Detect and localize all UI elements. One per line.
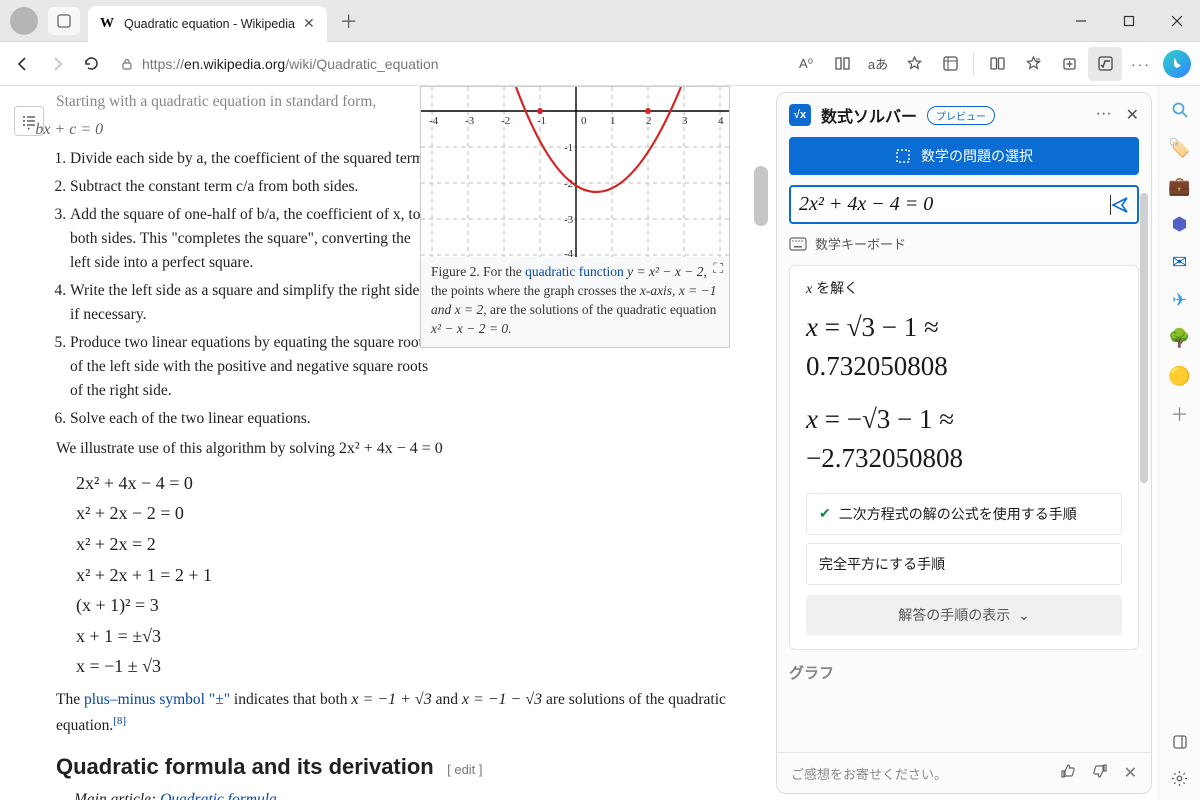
search-icon[interactable] bbox=[1170, 100, 1190, 120]
browser-tab[interactable]: W Quadratic equation - Wikipedia ✕ bbox=[88, 6, 327, 42]
office-icon[interactable]: ⬢ bbox=[1170, 214, 1190, 234]
svg-text:-3: -3 bbox=[564, 214, 574, 226]
lock-icon bbox=[120, 57, 134, 71]
collections-button[interactable] bbox=[1052, 47, 1086, 81]
select-problem-button[interactable]: 数学の問題の選択 bbox=[789, 137, 1139, 175]
page-scrollbar[interactable] bbox=[754, 166, 768, 226]
svg-text:-4: -4 bbox=[564, 248, 574, 257]
hide-sidebar-icon[interactable] bbox=[1170, 732, 1190, 752]
lead-text: Starting with a quadratic equation in st… bbox=[56, 90, 756, 114]
dismiss-icon[interactable]: ✕ bbox=[1124, 763, 1137, 783]
thumbs-down-icon[interactable] bbox=[1092, 763, 1108, 783]
panel-scrollbar[interactable] bbox=[1140, 193, 1148, 483]
main-article: Main article: Quadratic formula bbox=[74, 788, 756, 800]
split-screen-button[interactable] bbox=[980, 47, 1014, 81]
graph-section-title: グラフ bbox=[789, 662, 1139, 683]
equation-input[interactable]: 2x² + 4x − 4 = 0 bbox=[789, 185, 1139, 224]
solution-card: x x を解くを解く x = √3 − 1 ≈0.732050808 x = −… bbox=[789, 265, 1139, 650]
favorites-list-button[interactable] bbox=[1016, 47, 1050, 81]
profile-avatar[interactable] bbox=[10, 7, 38, 35]
read-aloud-button[interactable]: A⁰ bbox=[789, 47, 823, 81]
url-text: https://en.wikipedia.org/wiki/Quadratic_… bbox=[142, 56, 439, 72]
show-steps-button[interactable]: 解答の手順の表示 ⌄ bbox=[806, 595, 1122, 635]
math-solver-button[interactable] bbox=[1088, 47, 1122, 81]
solution-1: x = √3 − 1 ≈0.732050808 bbox=[806, 308, 1122, 386]
link-quadratic-formula[interactable]: Quadratic formula bbox=[160, 791, 277, 800]
solver-logo-icon: √x bbox=[789, 104, 811, 126]
forward-button[interactable] bbox=[40, 47, 74, 81]
step-complete-square[interactable]: 完全平方にする手順 bbox=[806, 543, 1122, 585]
tab-title: Quadratic equation - Wikipedia bbox=[124, 17, 295, 31]
minimize-button[interactable] bbox=[1058, 0, 1104, 42]
solve-for-label: x x を解くを解く bbox=[806, 278, 1122, 298]
more-button[interactable]: ··· bbox=[1124, 47, 1158, 81]
page-content[interactable]: -4-3-2-1 01234 -1-2-3-4 ⛶ Figure 2. For … bbox=[0, 86, 770, 800]
tools-icon[interactable]: 💼 bbox=[1170, 176, 1190, 196]
shopping-icon[interactable]: 🏷️ bbox=[1170, 138, 1190, 158]
settings-icon[interactable] bbox=[1170, 768, 1190, 788]
edit-link[interactable]: [ edit ] bbox=[440, 762, 483, 777]
close-window-button[interactable] bbox=[1154, 0, 1200, 42]
games-icon[interactable]: 🌳 bbox=[1170, 328, 1190, 348]
web-capture-button[interactable] bbox=[933, 47, 967, 81]
notes-icon[interactable]: 🟡 bbox=[1170, 366, 1190, 386]
sidebar-rail: 🏷️ 💼 ⬢ ✉ ✈ 🌳 🟡 ＋ bbox=[1158, 86, 1200, 800]
figure-caption: Figure 2. For the quadratic function y =… bbox=[421, 257, 729, 347]
translate-button[interactable]: aあ bbox=[861, 47, 895, 81]
section-heading: Quadratic formula and its derivation [ e… bbox=[56, 750, 756, 784]
link-quadratic-function[interactable]: quadratic function bbox=[525, 264, 624, 279]
math-solver-panel: √x 数式ソルバー プレビュー ··· ✕ 数学の問題の選択 2x² + 4x … bbox=[776, 92, 1152, 794]
chevron-down-icon: ⌄ bbox=[1018, 607, 1030, 623]
wikipedia-favicon: W bbox=[100, 16, 116, 32]
preview-badge: プレビュー bbox=[927, 106, 995, 125]
maximize-button[interactable] bbox=[1106, 0, 1152, 42]
refresh-button[interactable] bbox=[74, 47, 108, 81]
panel-more-icon[interactable]: ··· bbox=[1096, 105, 1112, 125]
thumbs-up-icon[interactable] bbox=[1060, 763, 1076, 783]
solution-2: x = −√3 − 1 ≈−2.732050808 bbox=[806, 400, 1122, 478]
add-rail-icon[interactable]: ＋ bbox=[1170, 404, 1190, 424]
worked-equations: 2x² + 4x − 4 = 0 x² + 2x − 2 = 0 x² + 2x… bbox=[76, 468, 756, 682]
panel-close-icon[interactable]: ✕ bbox=[1126, 105, 1139, 125]
feedback-placeholder[interactable]: ご感想をお寄せください。 bbox=[791, 764, 947, 783]
link-plus-minus[interactable]: plus–minus symbol "±" bbox=[84, 691, 230, 708]
favorite-button[interactable] bbox=[897, 47, 931, 81]
back-button[interactable] bbox=[6, 47, 40, 81]
math-keyboard-toggle[interactable]: 数学キーボード bbox=[789, 234, 1139, 253]
close-tab-icon[interactable]: ✕ bbox=[303, 15, 315, 32]
outlook-icon[interactable]: ✉ bbox=[1170, 252, 1190, 272]
solver-title: 数式ソルバー bbox=[821, 103, 917, 127]
new-tab-button[interactable]: ＋ bbox=[335, 7, 363, 35]
address-bar[interactable]: https://en.wikipedia.org/wiki/Quadratic_… bbox=[114, 48, 783, 80]
tab-actions-button[interactable] bbox=[48, 7, 80, 35]
immersive-reader-button[interactable] bbox=[825, 47, 859, 81]
plus-minus-text: The plus–minus symbol "±" indicates that… bbox=[56, 688, 756, 738]
steps-list: Divide each side by a, the coefficient o… bbox=[70, 147, 430, 431]
step-quadratic-formula[interactable]: ✔ 二次方程式の解の公式を使用する手順 bbox=[806, 493, 1122, 535]
svg-text:-1: -1 bbox=[564, 142, 573, 154]
illustrate-text: We illustrate use of this algorithm by s… bbox=[56, 437, 756, 462]
citation-8[interactable]: [8] bbox=[113, 715, 126, 727]
send-icon-rail[interactable]: ✈ bbox=[1170, 290, 1190, 310]
send-icon[interactable] bbox=[1111, 196, 1129, 214]
bing-chat-button[interactable] bbox=[1160, 47, 1194, 81]
enlarge-icon[interactable]: ⛶ bbox=[713, 259, 723, 281]
check-icon: ✔ bbox=[819, 505, 831, 522]
